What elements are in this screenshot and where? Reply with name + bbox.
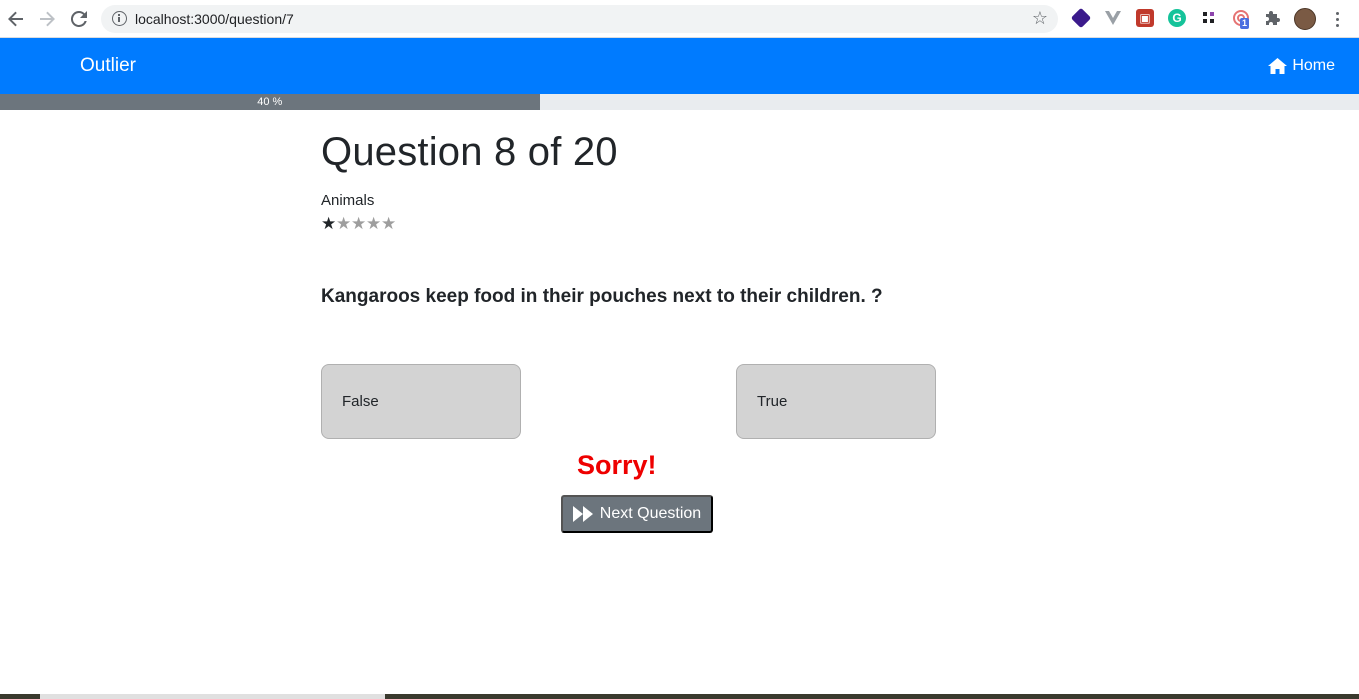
bookmark-star-icon[interactable]: ☆ bbox=[1032, 8, 1048, 29]
puzzle-icon[interactable] bbox=[1264, 9, 1282, 27]
picture-extension-icon[interactable]: ▣ bbox=[1136, 9, 1154, 27]
star-icon: ★ bbox=[366, 214, 382, 233]
answer-button-false[interactable]: False bbox=[321, 364, 521, 439]
progress-label: 40 % bbox=[257, 96, 283, 108]
next-question-button[interactable]: Next Question bbox=[561, 495, 713, 533]
next-question-label: Next Question bbox=[599, 505, 702, 522]
cube-extension-icon[interactable] bbox=[1070, 7, 1092, 29]
browser-menu-icon[interactable] bbox=[1330, 8, 1344, 30]
reload-icon bbox=[71, 11, 87, 27]
quiz-progress-bar: 40 % bbox=[0, 94, 1359, 110]
fast-forward-icon bbox=[572, 506, 593, 522]
difficulty-rating: ★ ★ ★ ★ ★ bbox=[321, 214, 396, 234]
target-extension-icon[interactable]: 1 bbox=[1232, 9, 1250, 29]
question-title: Question 8 of 20 bbox=[321, 130, 618, 174]
url-text: localhost:3000/question/7 bbox=[135, 11, 294, 27]
home-label: Home bbox=[1292, 57, 1335, 74]
address-bar[interactable]: localhost:3000/question/7 ☆ bbox=[101, 5, 1058, 33]
brand-link[interactable]: Outlier bbox=[80, 55, 136, 77]
progress-fill: 40 % bbox=[0, 94, 540, 110]
info-icon[interactable] bbox=[112, 11, 127, 26]
home-icon bbox=[1268, 58, 1288, 74]
reload-button[interactable] bbox=[67, 7, 91, 31]
star-icon: ★ bbox=[336, 214, 352, 233]
star-icon: ★ bbox=[351, 214, 367, 233]
answer-button-true[interactable]: True bbox=[736, 364, 936, 439]
star-icon: ★ bbox=[381, 214, 397, 233]
arrow-right-icon bbox=[40, 11, 55, 27]
forward-button[interactable] bbox=[35, 7, 59, 31]
back-button[interactable] bbox=[4, 7, 28, 31]
result-feedback: Sorry! bbox=[577, 450, 657, 480]
browser-toolbar: localhost:3000/question/7 ☆ ▣ G 1 bbox=[0, 0, 1359, 38]
taskbar-strip-highlight bbox=[40, 694, 385, 699]
app-navbar: Outlier Home bbox=[0, 38, 1359, 94]
grid-extension-icon[interactable] bbox=[1200, 9, 1218, 27]
star-icon: ★ bbox=[321, 214, 337, 233]
arrow-left-icon bbox=[8, 11, 23, 27]
home-link[interactable]: Home bbox=[1268, 57, 1335, 75]
profile-avatar[interactable] bbox=[1294, 8, 1316, 30]
grammarly-icon[interactable]: G bbox=[1168, 9, 1186, 27]
question-text: Kangaroos keep food in their pouches nex… bbox=[321, 286, 883, 307]
question-category: Animals bbox=[321, 192, 375, 209]
extension-badge: 1 bbox=[1240, 18, 1250, 29]
vue-devtools-icon[interactable] bbox=[1104, 9, 1122, 27]
